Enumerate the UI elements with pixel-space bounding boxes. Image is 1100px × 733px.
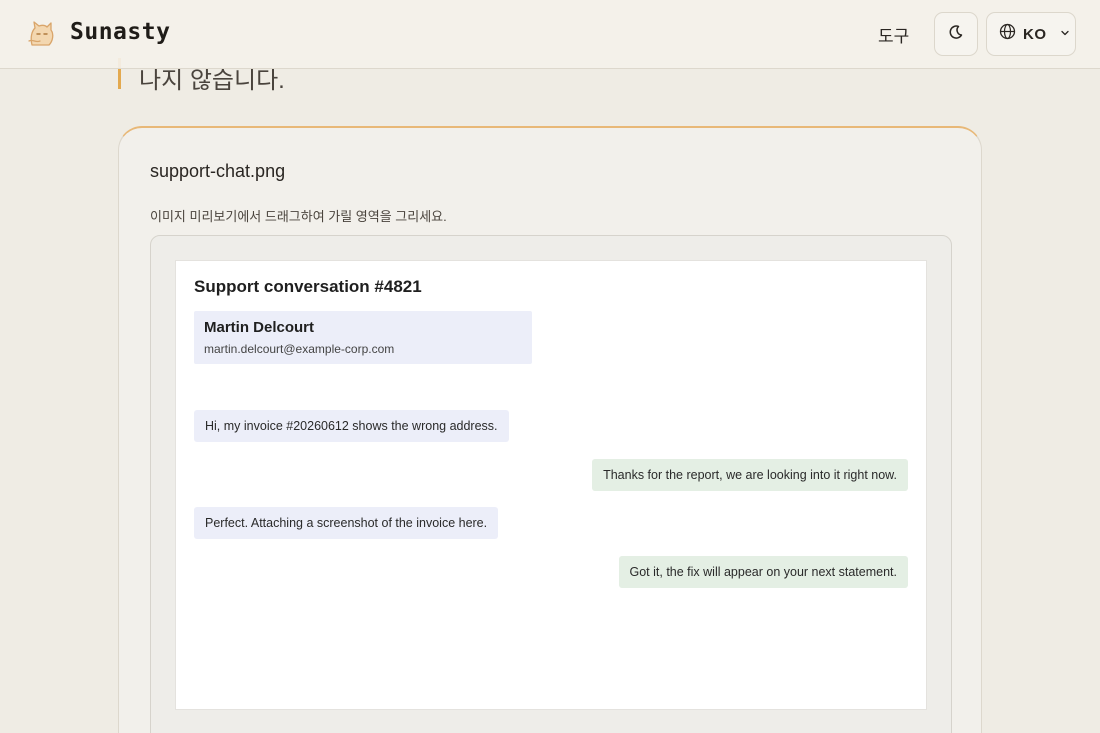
tools-link[interactable]: 도구 <box>878 22 909 47</box>
instruction-text: 이미지 미리보기에서 드래그하여 가릴 영역을 그리세요. <box>150 209 447 224</box>
contact-name: Martin Delcourt <box>204 319 315 336</box>
chevron-down-icon <box>1060 25 1070 43</box>
cat-logo-icon[interactable] <box>26 19 56 49</box>
contact-email: martin.delcourt@example-corp.com <box>204 342 395 356</box>
chat-message: Got it, the fix will appear on your next… <box>618 556 908 588</box>
moon-icon <box>948 24 964 45</box>
language-select[interactable]: KO <box>986 12 1076 56</box>
language-code: KO <box>1023 25 1047 43</box>
preview-canvas: Support conversation #4821 Martin Delcou… <box>150 235 952 733</box>
file-name: support-chat.png <box>150 161 286 181</box>
chat-message: Perfect. Attaching a screenshot of the i… <box>194 507 499 539</box>
image-preview[interactable]: Support conversation #4821 Martin Delcou… <box>175 260 927 710</box>
contact-card: Martin Delcourt martin.delcourt@example-… <box>194 311 532 364</box>
chat-message: Hi, my invoice #20260612 shows the wrong… <box>194 410 509 442</box>
chat-message: Thanks for the report, we are looking in… <box>592 459 908 491</box>
image-redaction-card: support-chat.png 이미지 미리보기에서 드래그하여 가릴 영역을… <box>118 126 982 733</box>
brand-name[interactable]: Sunasty <box>70 19 170 45</box>
globe-icon <box>999 23 1016 45</box>
theme-toggle-button[interactable] <box>934 12 978 56</box>
conversation-title: Support conversation #4821 <box>194 277 422 296</box>
top-navigation-bar: Sunasty 도구 KO <box>0 0 1100 69</box>
